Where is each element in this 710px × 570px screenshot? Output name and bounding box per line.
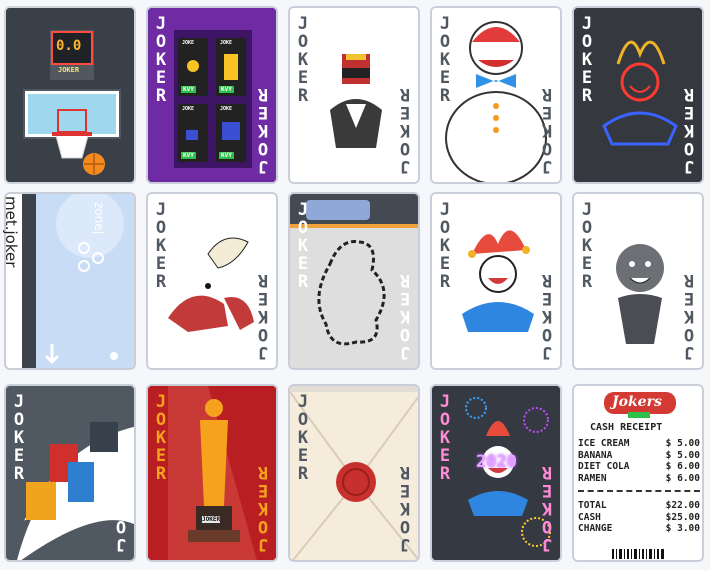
receipt-line: CASH $25.00 bbox=[578, 511, 700, 523]
card-met-joker[interactable]: zone| bbox=[4, 192, 136, 370]
card-label-bottom: JOKER bbox=[395, 86, 415, 176]
zone-label: zone| bbox=[92, 202, 106, 235]
card-label-bottom: JOKER bbox=[253, 464, 273, 554]
receipt-divider bbox=[578, 490, 700, 492]
receipt-line: RAMEN $ 6.00 bbox=[578, 472, 700, 484]
card-label-top: JOKER bbox=[9, 392, 29, 482]
card-label-bottom: JOKER bbox=[253, 272, 273, 362]
receipt-line: TOTAL $22.00 bbox=[578, 500, 700, 511]
card-neon-jester[interactable]: JOKER JOKER bbox=[572, 6, 704, 184]
joke-tag-3: JOKE bbox=[182, 106, 195, 112]
card-envelope-seal[interactable]: JOKER JOKER bbox=[288, 384, 420, 562]
scoreboard-score: 0.0 bbox=[56, 38, 82, 54]
card-vampire[interactable]: JOKER JOKER bbox=[572, 192, 704, 370]
card-label-bottom: JOKER bbox=[679, 86, 699, 176]
card-label-top: JOKER bbox=[435, 14, 455, 104]
year-banner: 2020 bbox=[476, 452, 517, 472]
card-label-top: JOKER bbox=[293, 200, 313, 290]
card-fireworks-2020[interactable]: 2020 JOKER JOKER bbox=[430, 384, 562, 562]
card-label-top: JOKER bbox=[151, 200, 171, 290]
card-jester-bells[interactable]: JOKER JOKER bbox=[430, 192, 562, 370]
receipt-line: DIET COLA $ 6.00 bbox=[578, 461, 700, 472]
joke-tag-1: JOKE bbox=[182, 40, 195, 46]
met-joker-pattern bbox=[6, 194, 134, 368]
card-label-top: JOKER bbox=[435, 200, 455, 290]
receipt-line: BANANA $ 5.00 bbox=[578, 449, 700, 461]
receipt-line: CHANGE $ 3.00 bbox=[578, 523, 700, 534]
receipt-totals: TOTAL $22.00 CASH $25.00 CHANGE $ 3.00 bbox=[578, 500, 700, 535]
card-golden-statue[interactable]: JOKER JOKER JOKER bbox=[146, 384, 278, 562]
kvy-button-2[interactable]: KVY bbox=[219, 86, 234, 93]
receipt-title: CASH RECEIPT bbox=[590, 422, 663, 433]
joke-tag-2: JOKE bbox=[220, 40, 233, 46]
card-judge-helmet[interactable]: JOKER JOKER bbox=[288, 6, 420, 184]
card-label-bottom: JOKER bbox=[253, 86, 273, 176]
receipt-items: ICE CREAM $ 5.00 BANANA $ 5.00 DIET COLA $ … bbox=[578, 438, 700, 484]
met-joker-side-text: met.joker bbox=[2, 196, 20, 268]
joker-card-grid: 0.0 JOKER KVY KVY KVY KVY JOKE JOKE JOKE… bbox=[0, 0, 710, 570]
card-label-top: JOKER bbox=[293, 14, 313, 104]
card-label-bottom: JOKER bbox=[395, 272, 415, 362]
joke-tag-4: JOKE bbox=[220, 106, 233, 112]
card-label-bottom: JOKER bbox=[679, 272, 699, 362]
card-label-top: JOKER bbox=[293, 392, 313, 482]
card-hermit-crab[interactable]: JOKER JOKER bbox=[146, 192, 278, 370]
card-label-top: JOKER bbox=[435, 392, 455, 482]
card-label-top: JOKER bbox=[151, 14, 171, 104]
card-color-blocks[interactable]: JOKER JOKER bbox=[4, 384, 136, 562]
card-label-bottom: JOKER bbox=[395, 464, 415, 554]
card-cash-receipt[interactable]: Jokers CASH RECEIPT ICE CREAM $ 5.00 BANA… bbox=[572, 384, 704, 562]
card-basketball[interactable]: 0.0 JOKER bbox=[4, 6, 136, 184]
card-label-bottom: JOKER bbox=[111, 464, 131, 554]
kvy-button-1[interactable]: KVY bbox=[181, 86, 196, 93]
shop-logo: Jokers bbox=[612, 394, 662, 410]
card-snowman-clown[interactable]: JOKER JOKER bbox=[430, 6, 562, 184]
card-label-bottom: JOKER bbox=[537, 464, 557, 554]
statue-plaque: JOKER bbox=[202, 516, 221, 523]
card-label-top: JOKER bbox=[577, 200, 597, 290]
card-label-bottom: JOKER bbox=[537, 86, 557, 176]
kvy-button-4[interactable]: KVY bbox=[219, 152, 234, 159]
scoreboard-brand: JOKER bbox=[58, 66, 80, 74]
receipt-line: ICE CREAM $ 5.00 bbox=[578, 438, 700, 449]
kvy-button-3[interactable]: KVY bbox=[181, 152, 196, 159]
card-label-bottom: JOKER bbox=[537, 272, 557, 362]
card-label-top: JOKER bbox=[577, 14, 597, 104]
card-label-top: JOKER bbox=[151, 392, 171, 482]
basketball-hoop-icon bbox=[6, 8, 134, 182]
card-arcade-kvy[interactable]: KVY KVY KVY KVY JOKE JOKE JOKE JOKE JOKE… bbox=[146, 6, 278, 184]
card-map-route[interactable]: JOKER JOKER bbox=[288, 192, 420, 370]
